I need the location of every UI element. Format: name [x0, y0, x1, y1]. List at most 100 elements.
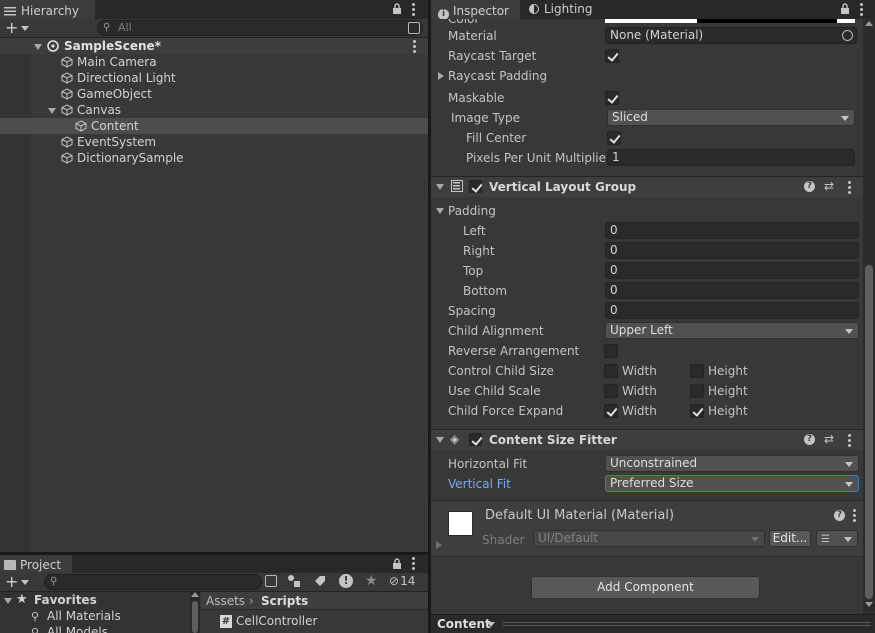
vertical-fit-dropdown[interactable]: Preferred Size: [605, 475, 859, 492]
padding-label[interactable]: Padding: [448, 203, 496, 219]
color-swatch[interactable]: [605, 19, 855, 23]
chevron-down-icon[interactable]: [487, 622, 495, 627]
favorites-label[interactable]: Favorites: [34, 592, 97, 608]
material-thumbnail[interactable]: [448, 511, 473, 536]
hierarchy-item-eventsystem[interactable]: EventSystem: [0, 134, 428, 150]
project-search-input[interactable]: ⚲: [44, 574, 262, 590]
hierarchy-item-main-camera[interactable]: Main Camera: [0, 54, 428, 70]
scroll-up-icon[interactable]: [191, 592, 199, 597]
component-menu-icon[interactable]: [848, 181, 851, 194]
csf-enabled-checkbox[interactable]: [469, 433, 482, 446]
project-menu-icon[interactable]: [412, 557, 415, 570]
breadcrumb-current[interactable]: Scripts: [261, 593, 308, 609]
create-dropdown[interactable]: +: [4, 20, 34, 36]
foldout-icon[interactable]: [438, 72, 444, 80]
foldout-icon[interactable]: [436, 437, 444, 443]
breadcrumb-root[interactable]: Assets: [206, 593, 245, 609]
fill-center-checkbox[interactable]: [607, 131, 621, 145]
child-alignment-dropdown[interactable]: Upper Left: [605, 322, 859, 339]
preview-drag-handle[interactable]: [503, 625, 871, 626]
help-icon[interactable]: ?: [804, 181, 815, 192]
control-height-checkbox[interactable]: [690, 364, 704, 378]
component-menu-icon[interactable]: [848, 434, 851, 447]
expand-width-checkbox[interactable]: [604, 404, 618, 418]
favorite-item[interactable]: All Models: [47, 624, 108, 633]
padding-left-label: Left: [463, 224, 486, 238]
tree-scrollbar[interactable]: [190, 592, 200, 633]
scale-height-checkbox[interactable]: [690, 384, 704, 398]
filter-by-type-icon[interactable]: [287, 574, 301, 591]
help-icon[interactable]: ?: [834, 510, 845, 521]
tab-hierarchy[interactable]: Hierarchy: [0, 0, 95, 19]
hierarchy-menu-icon[interactable]: [412, 3, 415, 16]
edit-shader-button[interactable]: Edit...: [769, 530, 811, 547]
padding-left-field[interactable]: 0: [605, 222, 859, 239]
vertical-layout-group-header[interactable]: Vertical Layout Group ? ⇄: [431, 176, 863, 197]
hidden-packages-toggle[interactable]: ⊘14: [389, 574, 415, 588]
shader-label: Shader: [482, 533, 525, 547]
lock-icon[interactable]: [392, 558, 402, 573]
scene-row[interactable]: SampleScene*: [0, 38, 428, 54]
favorite-star-icon[interactable]: ★: [365, 573, 378, 589]
file-item[interactable]: CellController: [236, 613, 317, 629]
material-field[interactable]: None (Material): [605, 27, 857, 44]
hierarchy-item-directional-light[interactable]: Directional Light: [0, 70, 428, 86]
search-by-type-icon[interactable]: [265, 575, 277, 587]
presets-icon[interactable]: ⇄: [824, 179, 834, 193]
tab-lighting[interactable]: Lighting: [521, 0, 601, 19]
expand-height-checkbox[interactable]: [690, 404, 704, 418]
preview-drag-handle[interactable]: [503, 622, 871, 623]
foldout-icon[interactable]: [48, 108, 56, 114]
scrollbar-thumb[interactable]: [192, 601, 198, 633]
project-create-dropdown[interactable]: +: [4, 574, 34, 590]
warning-icon[interactable]: !: [339, 574, 353, 588]
scene-menu-icon[interactable]: [413, 40, 416, 53]
scrollbar-thumb[interactable]: [865, 265, 873, 599]
cs-script-icon: #: [220, 615, 232, 628]
hierarchy-search-input[interactable]: ⚲ All: [97, 20, 423, 36]
hierarchy-item-content-selected[interactable]: Content: [0, 118, 428, 134]
help-icon[interactable]: ?: [804, 434, 815, 445]
vlg-enabled-checkbox[interactable]: [469, 180, 482, 193]
scale-width-checkbox[interactable]: [604, 384, 618, 398]
foldout-icon[interactable]: [436, 208, 444, 214]
shader-dropdown[interactable]: UI/Default: [533, 530, 765, 547]
image-type-dropdown[interactable]: Sliced: [607, 109, 855, 126]
foldout-icon[interactable]: [436, 541, 442, 549]
inspector-menu-icon[interactable]: [860, 3, 863, 16]
favorite-item[interactable]: All Materials: [47, 608, 121, 624]
search-filter-icon[interactable]: [408, 22, 420, 34]
presets-icon[interactable]: ⇄: [824, 432, 834, 446]
content-size-fitter-header[interactable]: ◈ Content Size Fitter ? ⇄: [431, 429, 863, 450]
lock-icon[interactable]: [840, 3, 850, 18]
maskable-checkbox[interactable]: [605, 91, 619, 105]
spacing-field[interactable]: 0: [605, 302, 859, 319]
tab-project[interactable]: Project: [0, 555, 72, 573]
padding-right-field[interactable]: 0: [605, 242, 859, 259]
shader-options-dropdown[interactable]: ☰: [816, 530, 858, 547]
padding-bottom-field[interactable]: 0: [605, 282, 859, 299]
padding-top-field[interactable]: 0: [605, 262, 859, 279]
filter-by-label-icon[interactable]: [313, 574, 327, 591]
object-picker-icon[interactable]: [842, 30, 853, 41]
horizontal-fit-dropdown[interactable]: Unconstrained: [605, 455, 859, 472]
foldout-icon[interactable]: [436, 184, 444, 190]
component-menu-icon[interactable]: [853, 509, 856, 522]
raycast-target-checkbox[interactable]: [605, 49, 619, 63]
preview-object-label[interactable]: Content: [437, 616, 491, 632]
scroll-down-icon[interactable]: [865, 602, 873, 607]
foldout-icon[interactable]: [34, 44, 42, 50]
foldout-icon[interactable]: [4, 598, 12, 604]
inspector-scrollbar[interactable]: [863, 19, 875, 614]
hierarchy-item-dictionarysample[interactable]: DictionarySample: [0, 150, 428, 166]
raycast-padding-label[interactable]: Raycast Padding: [448, 68, 547, 84]
hierarchy-item-gameobject[interactable]: GameObject: [0, 86, 428, 102]
add-component-button[interactable]: Add Component: [531, 576, 760, 599]
reverse-arrangement-checkbox[interactable]: [604, 344, 618, 358]
control-width-checkbox[interactable]: [604, 364, 618, 378]
scroll-up-icon[interactable]: [865, 21, 873, 26]
lock-icon[interactable]: [392, 3, 402, 18]
hierarchy-item-canvas[interactable]: Canvas: [0, 102, 428, 118]
ppu-field[interactable]: 1: [607, 149, 855, 166]
tab-inspector[interactable]: i Inspector: [431, 0, 520, 20]
